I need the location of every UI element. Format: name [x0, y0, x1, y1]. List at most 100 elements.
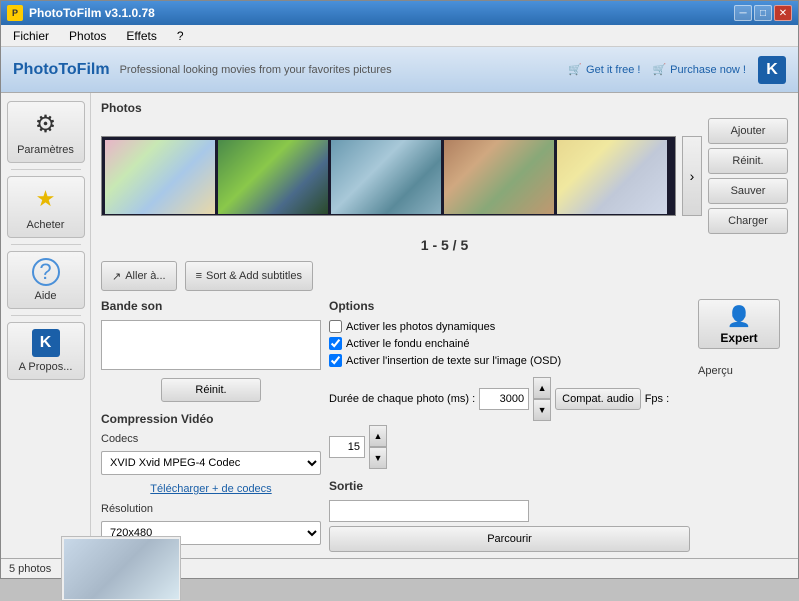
sortie-input[interactable] — [329, 500, 529, 522]
sidebar-item-parametres[interactable]: ⚙ Paramètres — [7, 101, 85, 163]
sidebar: ⚙ Paramètres ★ Acheter ? Aide K A Propos… — [1, 93, 91, 558]
duration-input[interactable] — [479, 388, 529, 410]
main-content: Photos › Ajouter Réinit. Sauver Cha — [91, 93, 798, 558]
checkbox-fondu: Activer le fondu enchainé — [329, 337, 690, 350]
checkbox-fondu-label: Activer le fondu enchainé — [346, 338, 470, 350]
checkbox-fondu-input[interactable] — [329, 337, 342, 350]
app-header: PhotoToFilm Professional looking movies … — [1, 47, 798, 93]
photo-thumb-2[interactable] — [218, 140, 328, 214]
audio-list-area[interactable] — [101, 320, 321, 370]
expert-icon: 👤 — [727, 304, 752, 329]
photo-strip — [101, 136, 676, 216]
brand-section: PhotoToFilm Professional looking movies … — [13, 61, 392, 79]
options-section: Options Activer les photos dynamiques Ac… — [329, 299, 690, 469]
sort-add-subtitles-button[interactable]: ≡ Sort & Add subtitles — [185, 261, 313, 291]
lower-grid: Bande son Réinit. Compression Vidéo Code… — [101, 299, 788, 558]
photo-thumb-5[interactable] — [557, 140, 667, 214]
apercu-label: Aperçu — [698, 365, 733, 377]
action-row: ↗ Aller à... ≡ Sort & Add subtitles — [101, 261, 788, 291]
duration-spin-up[interactable]: ▲ — [533, 377, 551, 399]
codec-select[interactable]: XVID Xvid MPEG-4 Codec — [101, 451, 321, 475]
status-bar: 5 photos — [1, 558, 798, 578]
sidebar-divider-3 — [11, 315, 81, 316]
aller-a-button[interactable]: ↗ Aller à... — [101, 261, 177, 291]
photo-thumb-3[interactable] — [331, 140, 441, 214]
checkbox-dynamic-photos: Activer les photos dynamiques — [329, 320, 690, 333]
k-icon: K — [32, 329, 60, 357]
close-button[interactable]: ✕ — [774, 5, 792, 21]
sidebar-divider-2 — [11, 244, 81, 245]
photo-thumb-4[interactable] — [444, 140, 554, 214]
photos-section: Photos › Ajouter Réinit. Sauver Cha — [101, 101, 788, 253]
sidebar-item-acheter[interactable]: ★ Acheter — [7, 176, 85, 238]
fps-input[interactable] — [329, 436, 365, 458]
middle-panel: Options Activer les photos dynamiques Ac… — [329, 299, 690, 558]
header-actions: 🛒 Get it free ! 🛒 Purchase now ! K — [568, 56, 786, 84]
duration-label: Durée de chaque photo (ms) : — [329, 393, 475, 405]
right-panel: 👤 Expert Aperçu — [698, 299, 788, 558]
compat-audio-button[interactable]: Compat. audio — [555, 388, 641, 410]
gear-icon: ⚙ — [30, 108, 62, 140]
checkbox-texte-osd-label: Activer l'insertion de texte sur l'image… — [346, 355, 561, 367]
photo-nav-next[interactable]: › — [682, 136, 702, 216]
ajouter-button[interactable]: Ajouter — [708, 118, 788, 144]
menu-effets[interactable]: Effets — [118, 27, 164, 45]
k-logo-button[interactable]: K — [758, 56, 786, 84]
brand-tagline: Professional looking movies from your fa… — [120, 64, 392, 76]
menu-fichier[interactable]: Fichier — [5, 27, 57, 45]
options-label: Options — [329, 299, 690, 313]
left-panel: Bande son Réinit. Compression Vidéo Code… — [101, 299, 321, 558]
download-codecs-link[interactable]: Télécharger + de codecs — [101, 483, 321, 495]
sidebar-divider-1 — [11, 169, 81, 170]
sauver-button[interactable]: Sauver — [708, 178, 788, 204]
checkbox-dynamic-photos-label: Activer les photos dynamiques — [346, 321, 495, 333]
title-bar: P PhotoToFilm v3.1.0.78 ─ □ ✕ — [1, 1, 798, 25]
checkbox-texte-osd-input[interactable] — [329, 354, 342, 367]
photos-action-buttons: Ajouter Réinit. Sauver Charger — [708, 118, 788, 234]
brand-logo: PhotoToFilm — [13, 61, 110, 79]
checkbox-dynamic-photos-input[interactable] — [329, 320, 342, 333]
photos-row: › Ajouter Réinit. Sauver Charger — [101, 118, 788, 234]
resolution-label: Résolution — [101, 503, 321, 515]
menu-photos[interactable]: Photos — [61, 27, 114, 45]
photo-thumb-1[interactable] — [105, 140, 215, 214]
reinit-photos-button[interactable]: Réinit. — [708, 148, 788, 174]
window-controls: ─ □ ✕ — [734, 5, 792, 21]
codecs-label: Codecs — [101, 433, 321, 445]
compression-section: Compression Vidéo Codecs XVID Xvid MPEG-… — [101, 412, 321, 545]
window-title: PhotoToFilm v3.1.0.78 — [29, 6, 155, 20]
expert-button[interactable]: 👤 Expert — [698, 299, 780, 349]
sidebar-item-apropos[interactable]: K A Propos... — [7, 322, 85, 380]
fps-label: Fps : — [645, 393, 669, 405]
star-icon: ★ — [30, 183, 62, 215]
duration-row: Durée de chaque photo (ms) : ▲ ▼ Compat.… — [329, 377, 690, 469]
photos-counter: 1 - 5 / 5 — [101, 237, 788, 253]
sortie-section: Sortie Parcourir — [329, 479, 690, 552]
fps-spin-down[interactable]: ▼ — [369, 447, 387, 469]
sidebar-label-apropos: A Propos... — [19, 361, 73, 373]
app-icon: P — [7, 5, 23, 21]
minimize-button[interactable]: ─ — [734, 5, 752, 21]
maximize-button[interactable]: □ — [754, 5, 772, 21]
aller-icon: ↗ — [112, 270, 121, 283]
sidebar-label-acheter: Acheter — [27, 219, 65, 231]
question-icon: ? — [32, 258, 60, 286]
photos-label: Photos — [101, 101, 788, 115]
sortie-label: Sortie — [329, 479, 690, 493]
get-it-button[interactable]: 🛒 Get it free ! — [568, 63, 640, 76]
bande-son-reinit-button[interactable]: Réinit. — [161, 378, 261, 402]
cart-icon: 🛒 — [568, 63, 582, 76]
sidebar-label-aide: Aide — [34, 290, 56, 302]
bottom-preview-thumb — [64, 539, 179, 599]
checkbox-texte-osd: Activer l'insertion de texte sur l'image… — [329, 354, 690, 367]
duration-spin-down[interactable]: ▼ — [533, 399, 551, 421]
sidebar-label-parametres: Paramètres — [17, 144, 74, 156]
purchase-button[interactable]: 🛒 Purchase now ! — [652, 63, 746, 76]
menu-help[interactable]: ? — [169, 27, 192, 45]
fps-spin-up[interactable]: ▲ — [369, 425, 387, 447]
parcourir-button[interactable]: Parcourir — [329, 526, 690, 552]
cart2-icon: 🛒 — [652, 63, 666, 76]
bande-son-section: Bande son Réinit. — [101, 299, 321, 402]
charger-button[interactable]: Charger — [708, 208, 788, 234]
sidebar-item-aide[interactable]: ? Aide — [7, 251, 85, 309]
